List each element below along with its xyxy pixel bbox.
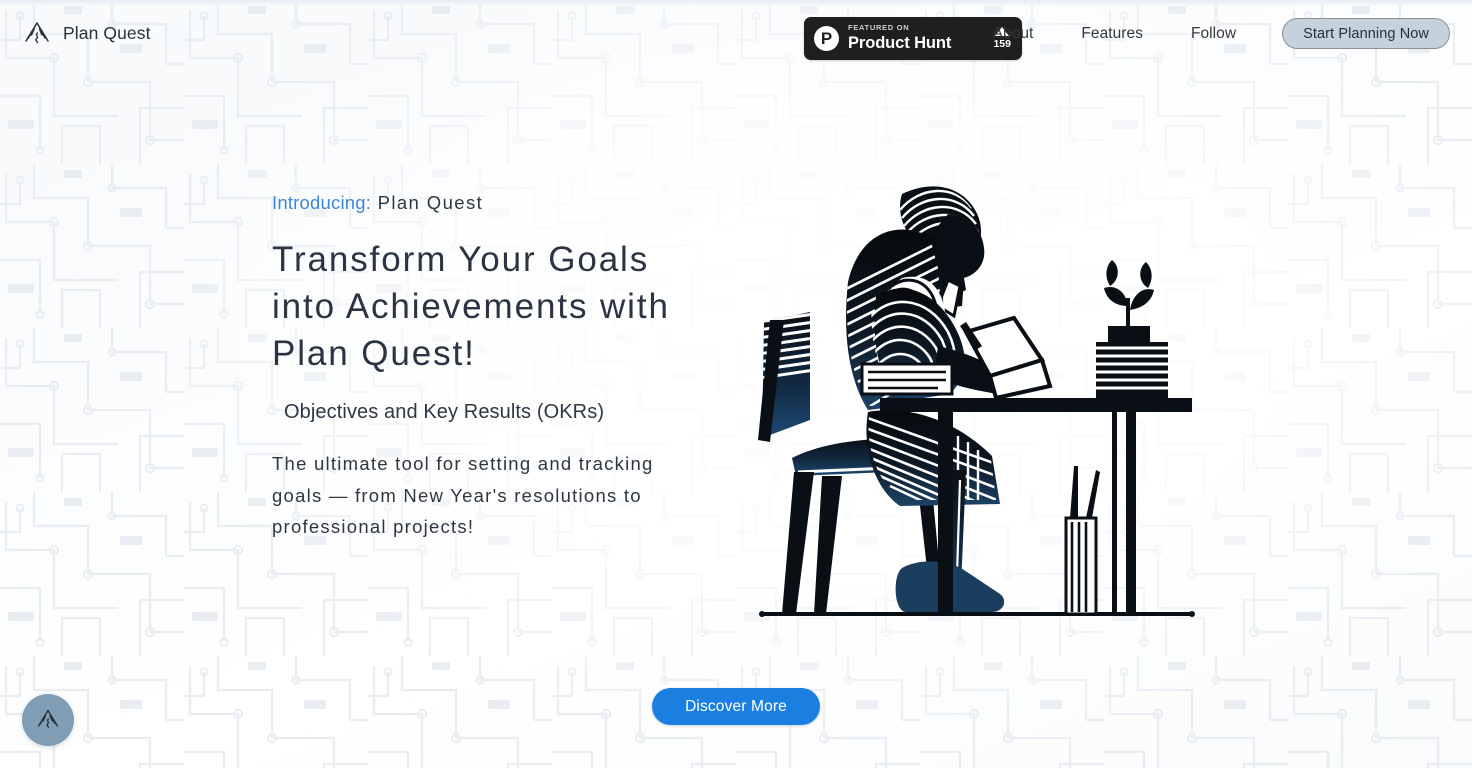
discover-more-wrap: Discover More <box>0 688 1472 725</box>
floating-brand-button[interactable] <box>22 694 74 746</box>
person-writing-at-desk-illustration <box>752 170 1202 668</box>
main-nav: About Features Follow Start Planning Now <box>969 5 1450 62</box>
hero-headline: Transform Your Goals into Achievements w… <box>272 240 670 374</box>
discover-more-button[interactable]: Discover More <box>652 688 820 725</box>
start-planning-now-button[interactable]: Start Planning Now <box>1282 18 1450 49</box>
site-header: Plan Quest P FEATURED ON Product Hunt 15… <box>0 5 1472 62</box>
hero-eyebrow: Introducing: Plan Quest <box>272 192 712 214</box>
nav-item-follow[interactable]: Follow <box>1167 25 1260 43</box>
nav-item-features[interactable]: Features <box>1057 25 1167 43</box>
page-top-edge <box>0 0 1472 5</box>
hero-eyebrow-accent: Introducing: <box>272 192 372 213</box>
hero-eyebrow-rest: Plan Quest <box>371 192 484 213</box>
mountain-peak-icon <box>25 21 49 43</box>
product-hunt-logo-letter: P <box>820 28 833 48</box>
product-hunt-circle-icon: P <box>814 26 839 51</box>
hero-section: Introducing: Plan Quest Transform Your G… <box>0 62 1472 682</box>
mountain-peak-icon <box>37 709 59 729</box>
nav-item-about[interactable]: About <box>969 25 1058 43</box>
hero-copy: Introducing: Plan Quest Transform Your G… <box>272 192 712 543</box>
brand-logo-link[interactable]: Plan Quest <box>22 20 151 48</box>
hero-subhead: Objectives and Key Results (OKRs) <box>284 401 605 424</box>
hero-body-text: The ultimate tool for setting and tracki… <box>272 453 654 538</box>
brand-name: Plan Quest <box>63 23 151 43</box>
landing-page: Plan Quest P FEATURED ON Product Hunt 15… <box>0 0 1472 768</box>
